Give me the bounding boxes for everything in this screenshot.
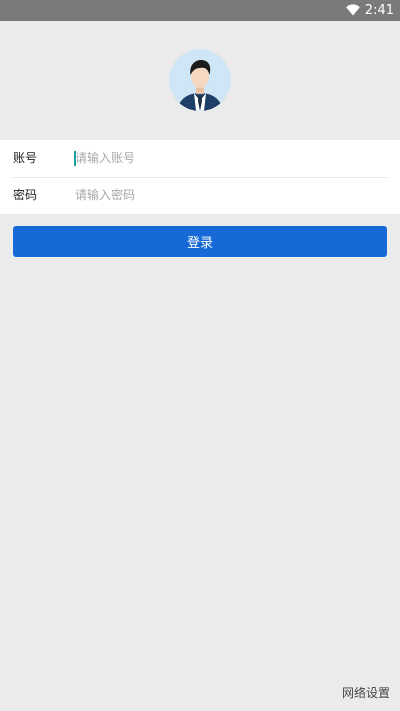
network-settings-link[interactable]: 网络设置: [342, 685, 390, 701]
login-button[interactable]: 登录: [13, 226, 387, 257]
wifi-icon: [346, 4, 360, 16]
status-bar: 2:41: [0, 0, 400, 21]
password-row: 密码: [0, 177, 400, 214]
password-label: 密码: [13, 188, 38, 202]
status-time: 2:41: [364, 3, 394, 18]
login-form: 账号 密码: [0, 140, 400, 214]
account-row: 账号: [0, 140, 400, 177]
avatar: [169, 49, 231, 111]
account-label: 账号: [13, 151, 38, 165]
password-input[interactable]: [75, 185, 385, 205]
account-input[interactable]: [75, 148, 385, 168]
user-avatar-icon: [169, 49, 231, 111]
